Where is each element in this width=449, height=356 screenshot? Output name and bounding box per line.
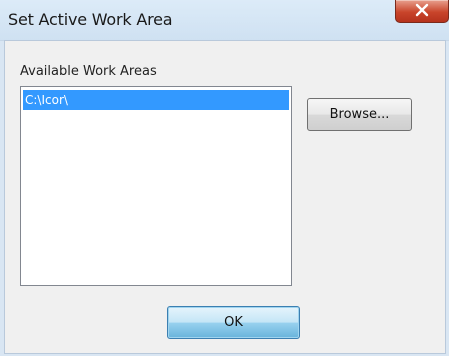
list-item[interactable]: C:\Icor\ <box>23 90 289 110</box>
work-areas-listbox[interactable]: C:\Icor\ <box>20 86 292 286</box>
ok-button[interactable]: OK <box>167 306 300 339</box>
set-active-work-area-dialog: Set Active Work Area Available Work Area… <box>0 0 449 356</box>
title-bar[interactable]: Set Active Work Area <box>0 0 449 41</box>
close-button[interactable] <box>395 0 449 23</box>
available-work-areas-label: Available Work Areas <box>20 64 157 79</box>
browse-button[interactable]: Browse... <box>307 98 412 131</box>
window-title: Set Active Work Area <box>8 10 173 29</box>
close-icon <box>415 3 429 17</box>
